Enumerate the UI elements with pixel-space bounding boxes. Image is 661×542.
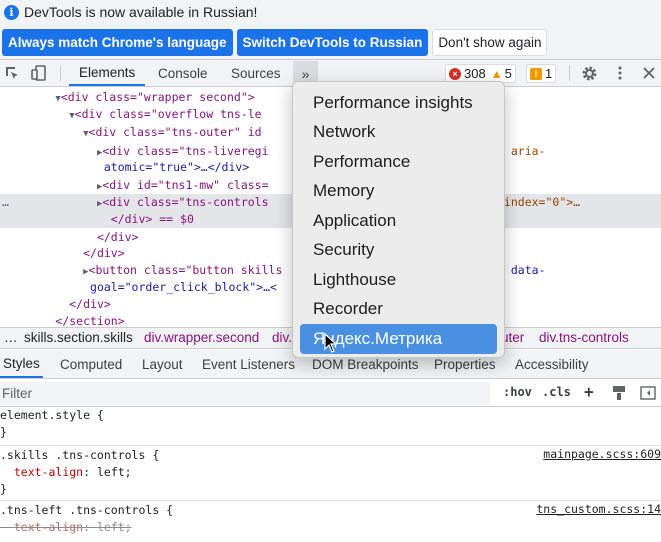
inspect-element-icon[interactable]	[3, 64, 21, 82]
tab-computed[interactable]: Computed	[60, 350, 122, 378]
rule-source-link[interactable]: tns_custom.scss:14	[536, 502, 661, 516]
menu-item-security[interactable]: Security	[300, 236, 497, 266]
tab-event-listeners[interactable]: Event Listeners	[202, 350, 295, 378]
menu-item-lighthouse[interactable]: Lighthouse	[300, 265, 497, 295]
toggle-hover-state-button[interactable]: :hov	[503, 385, 532, 399]
menu-item-performance[interactable]: Performance	[300, 147, 497, 177]
more-tabs-menu: Performance insights Network Performance…	[292, 81, 505, 358]
style-rule[interactable]: .tns-left .tns-controls { text-align: le…	[0, 502, 661, 542]
warnings-count: 5	[504, 66, 512, 81]
toggle-sidebar-icon[interactable]	[640, 385, 656, 404]
tab-styles[interactable]: Styles	[0, 350, 43, 378]
settings-gear-icon[interactable]	[580, 64, 598, 82]
infobar-message-row: i DevTools is now available in Russian!	[4, 3, 257, 21]
issues-counter[interactable]: ! 1	[526, 64, 557, 83]
tab-console[interactable]: Console	[158, 60, 208, 86]
menu-item-memory[interactable]: Memory	[300, 177, 497, 207]
device-toolbar-icon[interactable]	[30, 64, 48, 82]
menu-item-performance-insights[interactable]: Performance insights	[300, 88, 497, 118]
infobar-message: DevTools is now available in Russian!	[24, 4, 258, 20]
mouse-cursor-icon	[324, 332, 338, 356]
issues-count: 1	[545, 66, 553, 81]
toolbar-divider	[60, 65, 61, 81]
rule-close-brace: }	[0, 482, 7, 496]
style-rule-element[interactable]: element.style { }	[0, 407, 661, 446]
node-actions-ellipsis[interactable]: …	[2, 194, 9, 211]
dont-show-again-button[interactable]: Don't show again	[432, 29, 548, 56]
infobar-buttons: Always match Chrome's language Switch De…	[2, 29, 548, 56]
more-options-icon[interactable]	[611, 64, 629, 82]
rule-declaration-overridden[interactable]: text-align: left;	[0, 519, 661, 536]
breadcrumb-item-current[interactable]: div.tns-controls	[539, 330, 629, 345]
rule-source-link[interactable]: mainpage.scss:609	[543, 447, 661, 461]
always-match-language-button[interactable]: Always match Chrome's language	[2, 29, 233, 56]
breadcrumb-item[interactable]: div.wrapper.second	[144, 330, 259, 345]
styles-filter-input[interactable]	[0, 382, 490, 405]
close-devtools-icon[interactable]	[640, 64, 658, 82]
tab-layout[interactable]: Layout	[142, 350, 183, 378]
tab-sources[interactable]: Sources	[231, 60, 281, 86]
rule-declaration[interactable]: text-align: left;	[0, 464, 661, 481]
toolbar-divider	[569, 65, 570, 81]
tab-elements[interactable]: Elements	[69, 60, 146, 86]
rule-selector: element.style {	[0, 408, 104, 422]
styles-pane: element.style { } .skills .tns-controls …	[0, 407, 661, 542]
tab-accessibility[interactable]: Accessibility	[515, 350, 589, 378]
menu-item-recorder[interactable]: Recorder	[300, 295, 497, 325]
info-icon: i	[4, 4, 19, 20]
style-rule[interactable]: .skills .tns-controls { text-align: left…	[0, 447, 661, 501]
toggle-classes-button[interactable]: .cls	[542, 385, 571, 399]
styles-filter-bar: :hov .cls +	[0, 380, 661, 407]
computed-styles-toggle-icon[interactable]	[612, 385, 626, 404]
breadcrumb-item[interactable]: skills.section.skills	[24, 330, 133, 345]
warning-icon: ▲	[490, 66, 503, 81]
breadcrumb-overflow[interactable]: …	[4, 330, 18, 345]
switch-to-russian-button[interactable]: Switch DevTools to Russian	[236, 29, 429, 56]
error-icon: ×	[449, 67, 461, 80]
errors-count: 308	[464, 66, 486, 81]
issue-icon: !	[530, 67, 542, 80]
language-infobar: i DevTools is now available in Russian! …	[0, 0, 661, 60]
menu-item-network[interactable]: Network	[300, 118, 497, 148]
rule-close-brace: }	[0, 425, 7, 439]
new-style-rule-button[interactable]: +	[584, 382, 594, 401]
menu-item-application[interactable]: Application	[300, 206, 497, 236]
